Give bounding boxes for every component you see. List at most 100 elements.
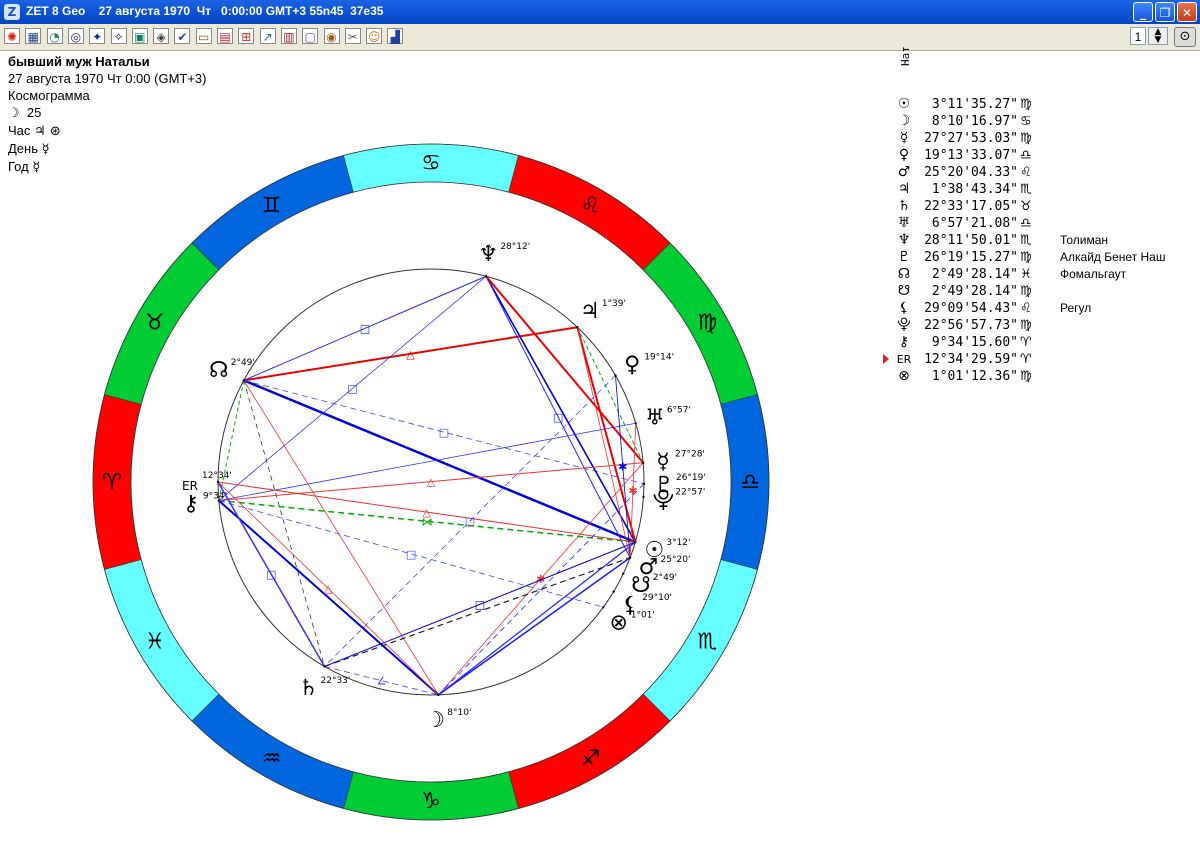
planet-degree: 26°19'15.27" (924, 250, 1018, 265)
zodiac-sign-glyph: ♈ (102, 470, 122, 495)
planet-glyph: ⯓ (897, 317, 911, 333)
planet-glyph: ⚷ (898, 334, 910, 350)
map-tool-icon[interactable]: ▣ (131, 28, 148, 44)
planet-sign: ♏ (1020, 182, 1032, 197)
planet-glyph: ☋ (897, 283, 911, 299)
planet-glyph: ☊ (897, 266, 911, 282)
grid-tool-icon[interactable]: ▤ (217, 28, 233, 44)
pluto-degree-label: 26°19' (676, 473, 706, 483)
arrow-tool-icon[interactable]: ↗ (259, 28, 276, 44)
planet-sign: ♍ (1020, 131, 1032, 146)
page-spinner[interactable]: ▲ ▼ (1148, 27, 1168, 45)
aspect-mark: ∠ (377, 675, 387, 688)
planet-degree: 25°20'04.33" (924, 165, 1018, 180)
zodiac-sign-glyph: ♋ (421, 151, 441, 176)
planet-point (437, 693, 440, 697)
zodiac-sign-glyph: ♓ (145, 630, 165, 655)
toolbar: ✺ ▦ ◔ ◎ ✦ ✧ ▣ ◈ ✔ ▭ ▤ ⊞ ↗ ▥ ▢ ◉ ✂ ☺ ▟ 1 ▲ ▼ ⊙ (0, 24, 1200, 51)
mercury-icon[interactable]: ☿ (656, 450, 670, 475)
planet-point (634, 422, 637, 425)
saturn-degree-label: 22°33' (321, 676, 351, 686)
planet-point (622, 572, 625, 575)
saturn-icon[interactable]: ♄ (299, 676, 319, 701)
planet-degree: 2°49'28.14" (931, 284, 1018, 299)
planet-degree: 22°33'17.05" (924, 199, 1018, 214)
fixed-star: Толиман (1060, 233, 1109, 247)
cosmogram-chart[interactable]: ♈♉♊♋♌♍♎♏♐♑♒♓△□□□□⋈△□✱△□□∠△✱✱□☉ 3°12'☽ 8°10… (0, 50, 900, 852)
aspect-mark: △ (427, 476, 436, 489)
table-tool-icon[interactable]: ▦ (25, 28, 42, 44)
planet-glyph: ♆ (897, 232, 911, 248)
proserpina-icon[interactable]: ⯓ (653, 488, 675, 513)
planet-point (642, 495, 645, 499)
person-tool-icon[interactable]: ☺ (366, 28, 383, 44)
north-node-icon[interactable]: ☊ (209, 358, 229, 383)
planet-point (602, 605, 605, 609)
planet-glyph: ☉ (897, 96, 911, 112)
planet-point (642, 482, 646, 486)
planet-glyph: ♄ (897, 198, 911, 214)
proserpina-degree-label: 22°57' (675, 488, 705, 498)
tools-icon[interactable]: ✂ (344, 28, 361, 44)
title-bar: Z ZET 8 Geo 27 августа 1970 Чт 0:00:00 G… (0, 0, 1200, 24)
planet-point (614, 374, 617, 377)
aspect-mark: ✱ (628, 484, 637, 497)
venus-icon[interactable]: ♀ (624, 353, 640, 378)
planet-degree: 8°10'16.97" (931, 114, 1018, 129)
zodiac-sign-glyph: ♎ (740, 470, 760, 495)
aspect-mark: □ (406, 548, 416, 561)
chart-bars-icon[interactable]: ▟ (387, 28, 404, 44)
zodiac-wheel-icon[interactable]: ◉ (323, 28, 340, 44)
neptune-degree-label: 28°12' (500, 242, 530, 252)
calc-tool-icon[interactable]: ▥ (280, 28, 297, 44)
aspect-mark: ✱ (618, 461, 627, 474)
page-number-field[interactable]: 1 (1130, 27, 1146, 45)
star-map-icon[interactable]: ✦ (89, 28, 106, 44)
neptune-icon[interactable]: ♆ (478, 242, 498, 267)
uranus-icon[interactable]: ♅ (645, 406, 665, 431)
planet-point (612, 590, 615, 593)
fixed-star: Регул (1060, 301, 1092, 315)
pie-tool-icon[interactable]: ◔ (46, 28, 63, 44)
doc-tool-icon[interactable]: ▢ (302, 28, 319, 44)
part-fortune-icon[interactable]: ⊗ (610, 610, 628, 635)
maximize-button[interactable]: ❐ (1155, 2, 1175, 22)
planet-degree: 29°09'54.43" (924, 301, 1018, 316)
planet-sign: ♈ (1020, 352, 1032, 367)
zodiac-sign-glyph: ♉ (145, 311, 165, 336)
chiron-icon[interactable]: ⚷ (183, 492, 199, 517)
planet-degree: 9°34'15.60" (931, 335, 1018, 350)
planet-point (634, 540, 637, 544)
planet-sign: ♌ (1020, 301, 1032, 316)
uranus-degree-label: 6°57' (667, 406, 691, 416)
planet-sign: ♍ (1020, 250, 1032, 265)
planet-degree: 12°34'29.59" (924, 352, 1018, 367)
spin-down-icon[interactable]: ▼ (1149, 36, 1167, 45)
folder-tool-icon[interactable]: ▭ (195, 28, 212, 44)
night-sky-icon[interactable]: ✧ (110, 28, 127, 44)
zodiac-sign-glyph: ♑ (421, 789, 441, 814)
planet-glyph: ♅ (897, 215, 911, 231)
jupiter-icon[interactable]: ♃ (580, 299, 600, 324)
planet-sign: ♍ (1020, 369, 1032, 384)
sun-tool-icon[interactable]: ✺ (4, 28, 20, 44)
planet-sign: ♍ (1020, 97, 1032, 112)
planet-point (484, 275, 488, 278)
circle-tool-icon[interactable]: ◎ (67, 28, 84, 44)
planet-degree: 28°11'50.01" (924, 233, 1018, 248)
zoom-button[interactable]: ⊙ (1174, 27, 1196, 47)
zodiac-sign-glyph: ♏ (697, 630, 717, 655)
planet-degree: 3°11'35.27" (931, 97, 1018, 112)
eris-icon[interactable]: ER (182, 479, 198, 493)
minimize-button[interactable]: _ (1133, 2, 1153, 22)
planet-sign: ♍ (1020, 318, 1032, 333)
plus-grid-icon[interactable]: ⊞ (238, 28, 255, 44)
check-tool-icon[interactable]: ✔ (174, 28, 191, 44)
moon-icon[interactable]: ☽ (425, 708, 445, 733)
aspect-mark: □ (360, 322, 370, 335)
zodiac-sign-glyph: ♊ (262, 194, 282, 219)
diagram-tool-icon[interactable]: ◈ (153, 28, 170, 44)
close-button[interactable]: ✕ (1177, 2, 1197, 22)
aspect-mark: □ (266, 568, 276, 581)
planet-glyph: ⚸ (898, 300, 910, 316)
